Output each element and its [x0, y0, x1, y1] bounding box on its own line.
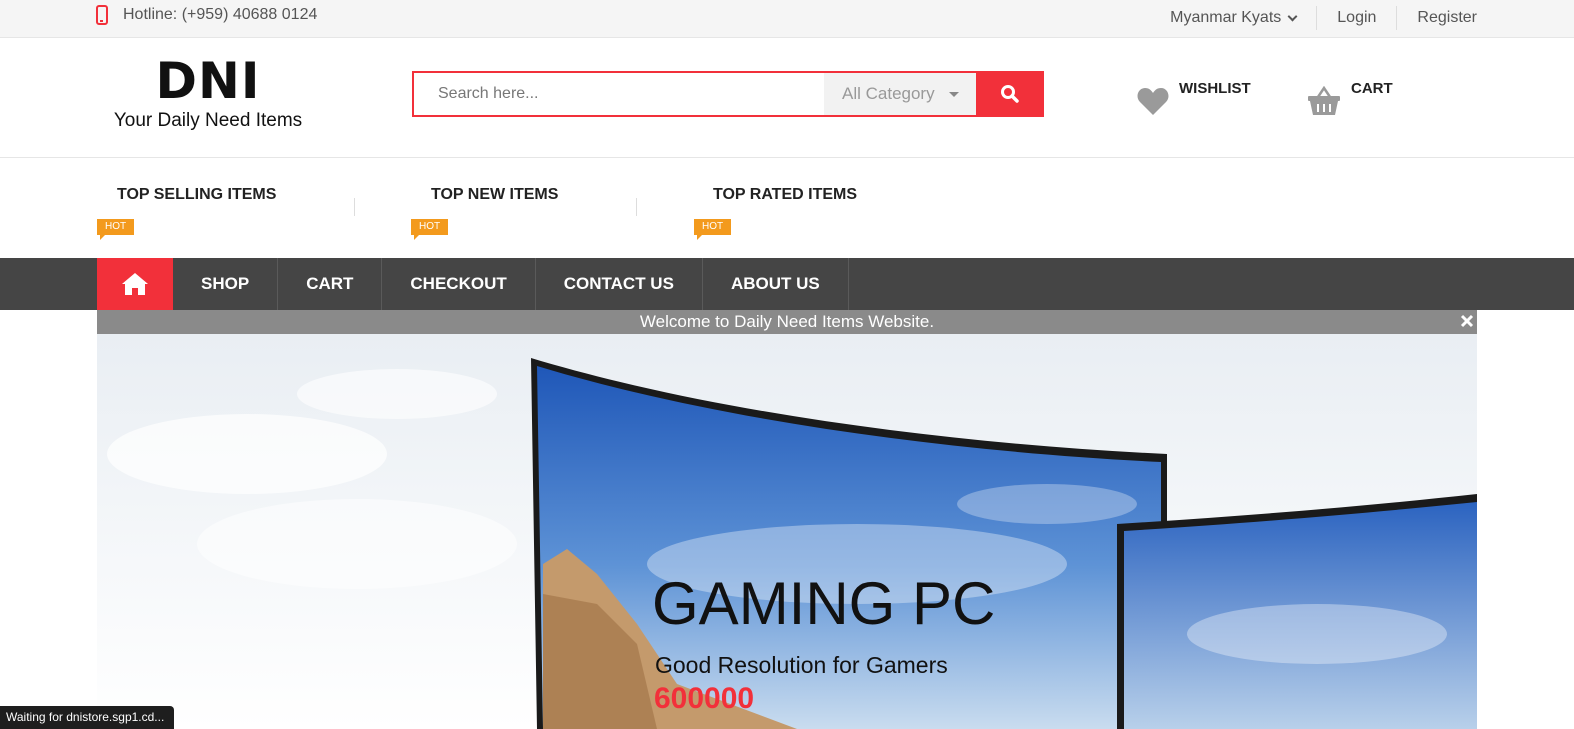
hot-badge: HOT	[694, 219, 732, 240]
hotline: Hotline: (+959) 40688 0124	[96, 5, 317, 25]
phone-icon	[96, 5, 108, 25]
divider	[354, 198, 355, 216]
wishlist-label: WISHLIST	[1179, 80, 1251, 97]
nav-shop[interactable]: SHOP	[173, 258, 279, 310]
search-button[interactable]	[976, 71, 1044, 117]
tab-label: TOP NEW ITEMS	[431, 186, 559, 203]
nav-contact-us[interactable]: CONTACT US	[536, 258, 703, 310]
login-link[interactable]: Login	[1317, 9, 1396, 27]
tab-top-selling[interactable]: TOP SELLING ITEMS HOT	[97, 186, 277, 240]
currency-selector[interactable]: Myanmar Kyats	[1170, 9, 1316, 27]
notice-text: Welcome to Daily Need Items Website.	[639, 312, 935, 331]
basket-icon	[1308, 86, 1340, 115]
hotline-text: Hotline: (+959) 40688 0124	[123, 6, 318, 23]
hot-badge: HOT	[411, 219, 449, 240]
chevron-down-icon	[1287, 11, 1298, 21]
caret-down-icon	[948, 91, 959, 97]
header-divider	[0, 157, 1574, 158]
search-bar: All Category	[412, 71, 1044, 117]
main-nav: SHOP CART CHECKOUT CONTACT US ABOUT US	[0, 258, 1574, 310]
wishlist-link[interactable]: WISHLIST	[1137, 80, 1251, 116]
heart-icon	[1137, 88, 1169, 115]
top-bar: Hotline: (+959) 40688 0124 Myanmar Kyats…	[0, 0, 1574, 38]
nav-cart[interactable]: CART	[278, 258, 383, 310]
search-input[interactable]	[414, 73, 824, 115]
hero-title: GAMING PC	[652, 570, 996, 637]
hero-subtitle: Good Resolution for Gamers	[655, 652, 948, 678]
nav-checkout[interactable]: CHECKOUT	[382, 258, 536, 310]
logo-tagline: Your Daily Need Items	[113, 110, 303, 131]
register-link[interactable]: Register	[1397, 9, 1477, 27]
browser-status-bar: Waiting for dnistore.sgp1.cd...	[0, 706, 175, 729]
tab-label: TOP SELLING ITEMS	[117, 186, 277, 203]
hot-badge: HOT	[97, 219, 135, 240]
search-icon	[1001, 85, 1019, 103]
cart-label: CART	[1351, 80, 1393, 97]
divider	[636, 198, 637, 216]
currency-label: Myanmar Kyats	[1170, 9, 1282, 26]
logo-mark: DNI	[155, 52, 261, 110]
site-logo[interactable]: DNI Your Daily Need Items	[108, 54, 308, 132]
category-select[interactable]: All Category	[824, 73, 976, 115]
welcome-notice: Welcome to Daily Need Items Website.	[97, 310, 1477, 334]
cart-link[interactable]: CART	[1307, 80, 1393, 116]
hero-banner[interactable]: GAMING PC Good Resolution for Gamers 600…	[97, 334, 1477, 729]
hero-price: 600000	[654, 682, 755, 715]
category-label: All Category	[842, 84, 935, 103]
nav-about-us[interactable]: ABOUT US	[703, 258, 849, 310]
tab-label: TOP RATED ITEMS	[713, 186, 858, 203]
home-icon	[122, 273, 148, 295]
tab-top-new[interactable]: TOP NEW ITEMS HOT	[411, 186, 559, 240]
account-links: Myanmar Kyats Login Register	[1170, 0, 1477, 36]
nav-home[interactable]	[97, 258, 173, 310]
close-icon[interactable]	[1459, 313, 1475, 329]
tab-top-rated[interactable]: TOP RATED ITEMS HOT	[694, 186, 858, 240]
